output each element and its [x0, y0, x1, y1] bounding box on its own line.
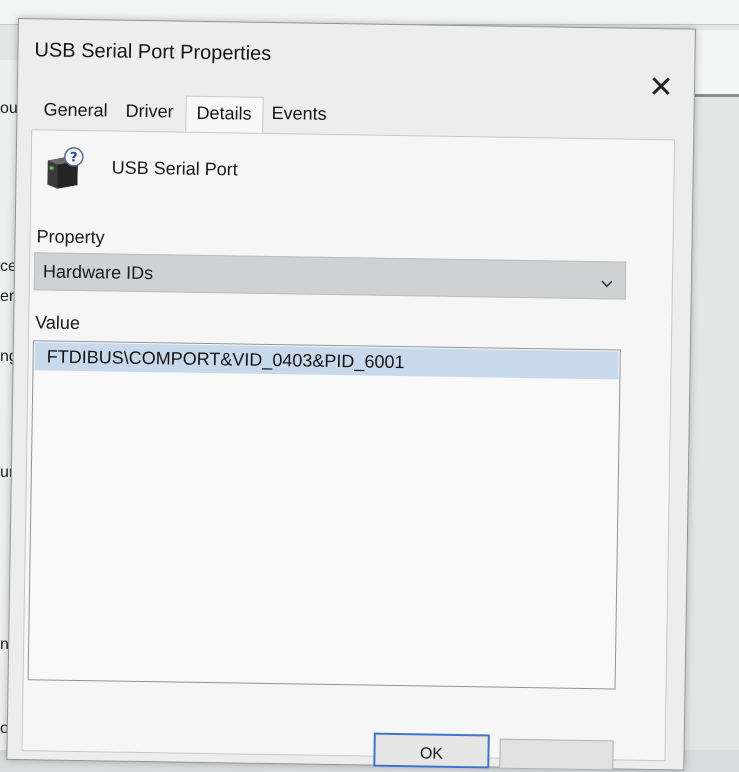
close-button[interactable]: ✕: [646, 70, 676, 105]
background-panel-edge: [690, 30, 739, 94]
list-item[interactable]: FTDIBUS\COMPORT&VID_0403&PID_6001: [34, 342, 619, 380]
details-panel: ? USB Serial Port Property Hardware IDs …: [21, 129, 676, 762]
tab-driver[interactable]: Driver: [125, 101, 173, 123]
svg-text:?: ?: [70, 150, 78, 165]
tab-events[interactable]: Events: [271, 103, 326, 125]
tab-general[interactable]: General: [43, 99, 107, 121]
properties-dialog: USB Serial Port Properties ✕ General Dri…: [6, 18, 696, 771]
value-list[interactable]: FTDIBUS\COMPORT&VID_0403&PID_6001: [27, 340, 621, 690]
device-name: USB Serial Port: [111, 157, 238, 180]
value-label: Value: [35, 312, 81, 334]
property-dropdown[interactable]: Hardware IDs: [33, 252, 627, 300]
close-icon: ✕: [648, 70, 674, 105]
background-divider: [690, 94, 739, 97]
chevron-down-icon: [601, 276, 613, 288]
cancel-button[interactable]: [499, 738, 614, 771]
ok-button[interactable]: OK: [373, 732, 490, 769]
dialog-title: USB Serial Port Properties: [34, 39, 272, 65]
dialog-titlebar[interactable]: USB Serial Port Properties ✕: [18, 19, 695, 104]
property-selected-value: Hardware IDs: [42, 261, 154, 284]
value-text: FTDIBUS\COMPORT&VID_0403&PID_6001: [46, 346, 405, 373]
property-label: Property: [36, 226, 105, 248]
tab-details[interactable]: Details: [185, 95, 264, 133]
ok-button-label: OK: [419, 745, 444, 763]
usb-device-unknown-icon: ?: [43, 146, 88, 191]
